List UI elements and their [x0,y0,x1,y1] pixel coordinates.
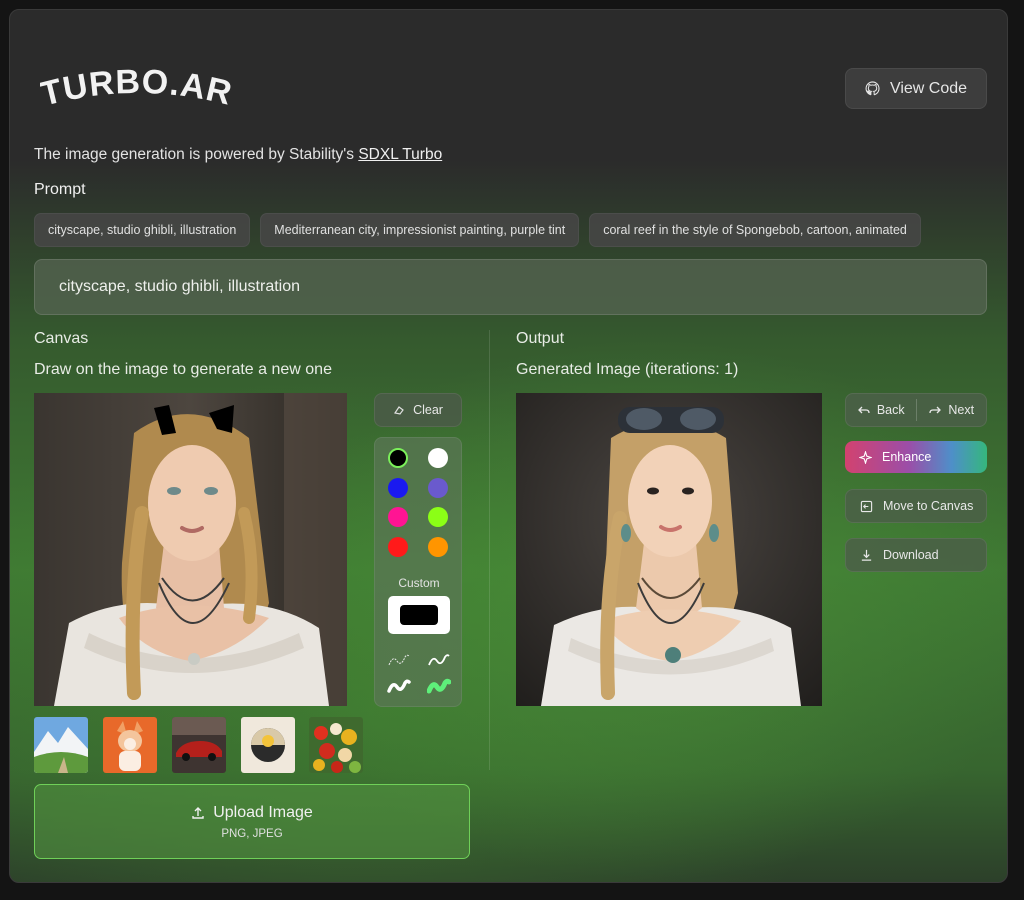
prompt-label: Prompt [34,181,86,198]
clear-button[interactable]: Clear [374,393,462,427]
drawing-canvas[interactable] [34,393,347,706]
color-swatch-blue[interactable] [388,478,408,498]
back-button[interactable]: Back [846,394,916,426]
output-subtitle: Generated Image (iterations: 1) [516,361,739,378]
enhance-label: Enhance [882,450,932,464]
download-label: Download [883,548,939,562]
view-code-button[interactable]: View Code [845,68,987,109]
github-icon [865,81,880,96]
custom-color-picker[interactable] [388,596,450,634]
color-swatch-slate[interactable] [428,478,448,498]
undo-icon [857,406,870,414]
thumbnail-mountain-landscape[interactable] [34,717,88,773]
color-swatch-black[interactable] [388,448,408,468]
prompt-chip[interactable]: Mediterranean city, impressionist painti… [260,213,580,247]
upload-formats: PNG, JPEG [221,827,283,840]
color-swatch-pink[interactable] [388,507,408,527]
prompt-input[interactable]: cityscape, studio ghibli, illustration [34,259,987,315]
custom-color-preview [400,605,438,625]
back-label: Back [876,403,905,417]
thin-outline-brush-icon[interactable] [387,653,411,669]
clear-label: Clear [413,403,443,417]
eraser-icon [394,406,404,415]
svg-text:TURBO.ART: TURBO.ART [40,60,236,114]
thick-green-brush-icon[interactable] [427,678,451,696]
download-button[interactable]: Download [845,538,987,572]
prompt-suggestions: cityscape, studio ghibli, illustration M… [34,213,921,247]
powered-by-text: The image generation is powered by Stabi… [34,146,442,164]
download-icon [861,549,872,561]
color-swatch-white[interactable] [428,448,448,468]
upload-label: Upload Image [213,803,313,821]
color-swatch-orange[interactable] [428,537,448,557]
app-frame: TURBO.ART View Code The image generation… [9,9,1008,883]
move-to-canvas-label: Move to Canvas [883,499,974,513]
thin-solid-brush-icon[interactable] [427,653,451,669]
next-button[interactable]: Next [917,394,987,426]
thumbnail-fruit-bowl[interactable] [309,717,363,773]
prompt-chip[interactable]: cityscape, studio ghibli, illustration [34,213,251,247]
output-title: Output [516,330,565,347]
back-next-group: Back Next [845,393,987,427]
generated-image [516,393,822,706]
move-to-canvas-icon [860,500,873,512]
sparkle-icon [859,450,872,464]
upload-image-button[interactable]: Upload Image PNG, JPEG [34,784,470,859]
move-to-canvas-button[interactable]: Move to Canvas [845,489,987,523]
upload-icon [192,806,204,819]
turbo-art-logo: TURBO.ART [40,60,236,114]
next-label: Next [948,403,975,417]
thumbnail-sunset-circle[interactable] [241,717,295,773]
enhance-button[interactable]: Enhance [845,441,987,473]
color-swatch-lime[interactable] [428,507,448,527]
thick-white-brush-icon[interactable] [387,678,411,696]
powered-text: The image generation is powered by Stabi… [34,146,359,163]
logo-text: TURBO.ART [40,60,235,114]
section-divider [489,330,490,770]
sdxl-turbo-link[interactable]: SDXL Turbo [358,146,442,163]
color-swatch-red[interactable] [388,537,408,557]
thumbnail-corgi-dog[interactable] [103,717,157,773]
canvas-title: Canvas [34,330,89,347]
color-palette: Custom [374,437,462,707]
thumbnail-red-car[interactable] [172,717,226,773]
redo-icon [929,406,942,414]
view-code-label: View Code [889,79,968,97]
canvas-subtitle: Draw on the image to generate a new one [34,361,332,378]
prompt-chip[interactable]: coral reef in the style of Spongebob, ca… [589,213,921,247]
custom-color-label: Custom [398,576,440,590]
